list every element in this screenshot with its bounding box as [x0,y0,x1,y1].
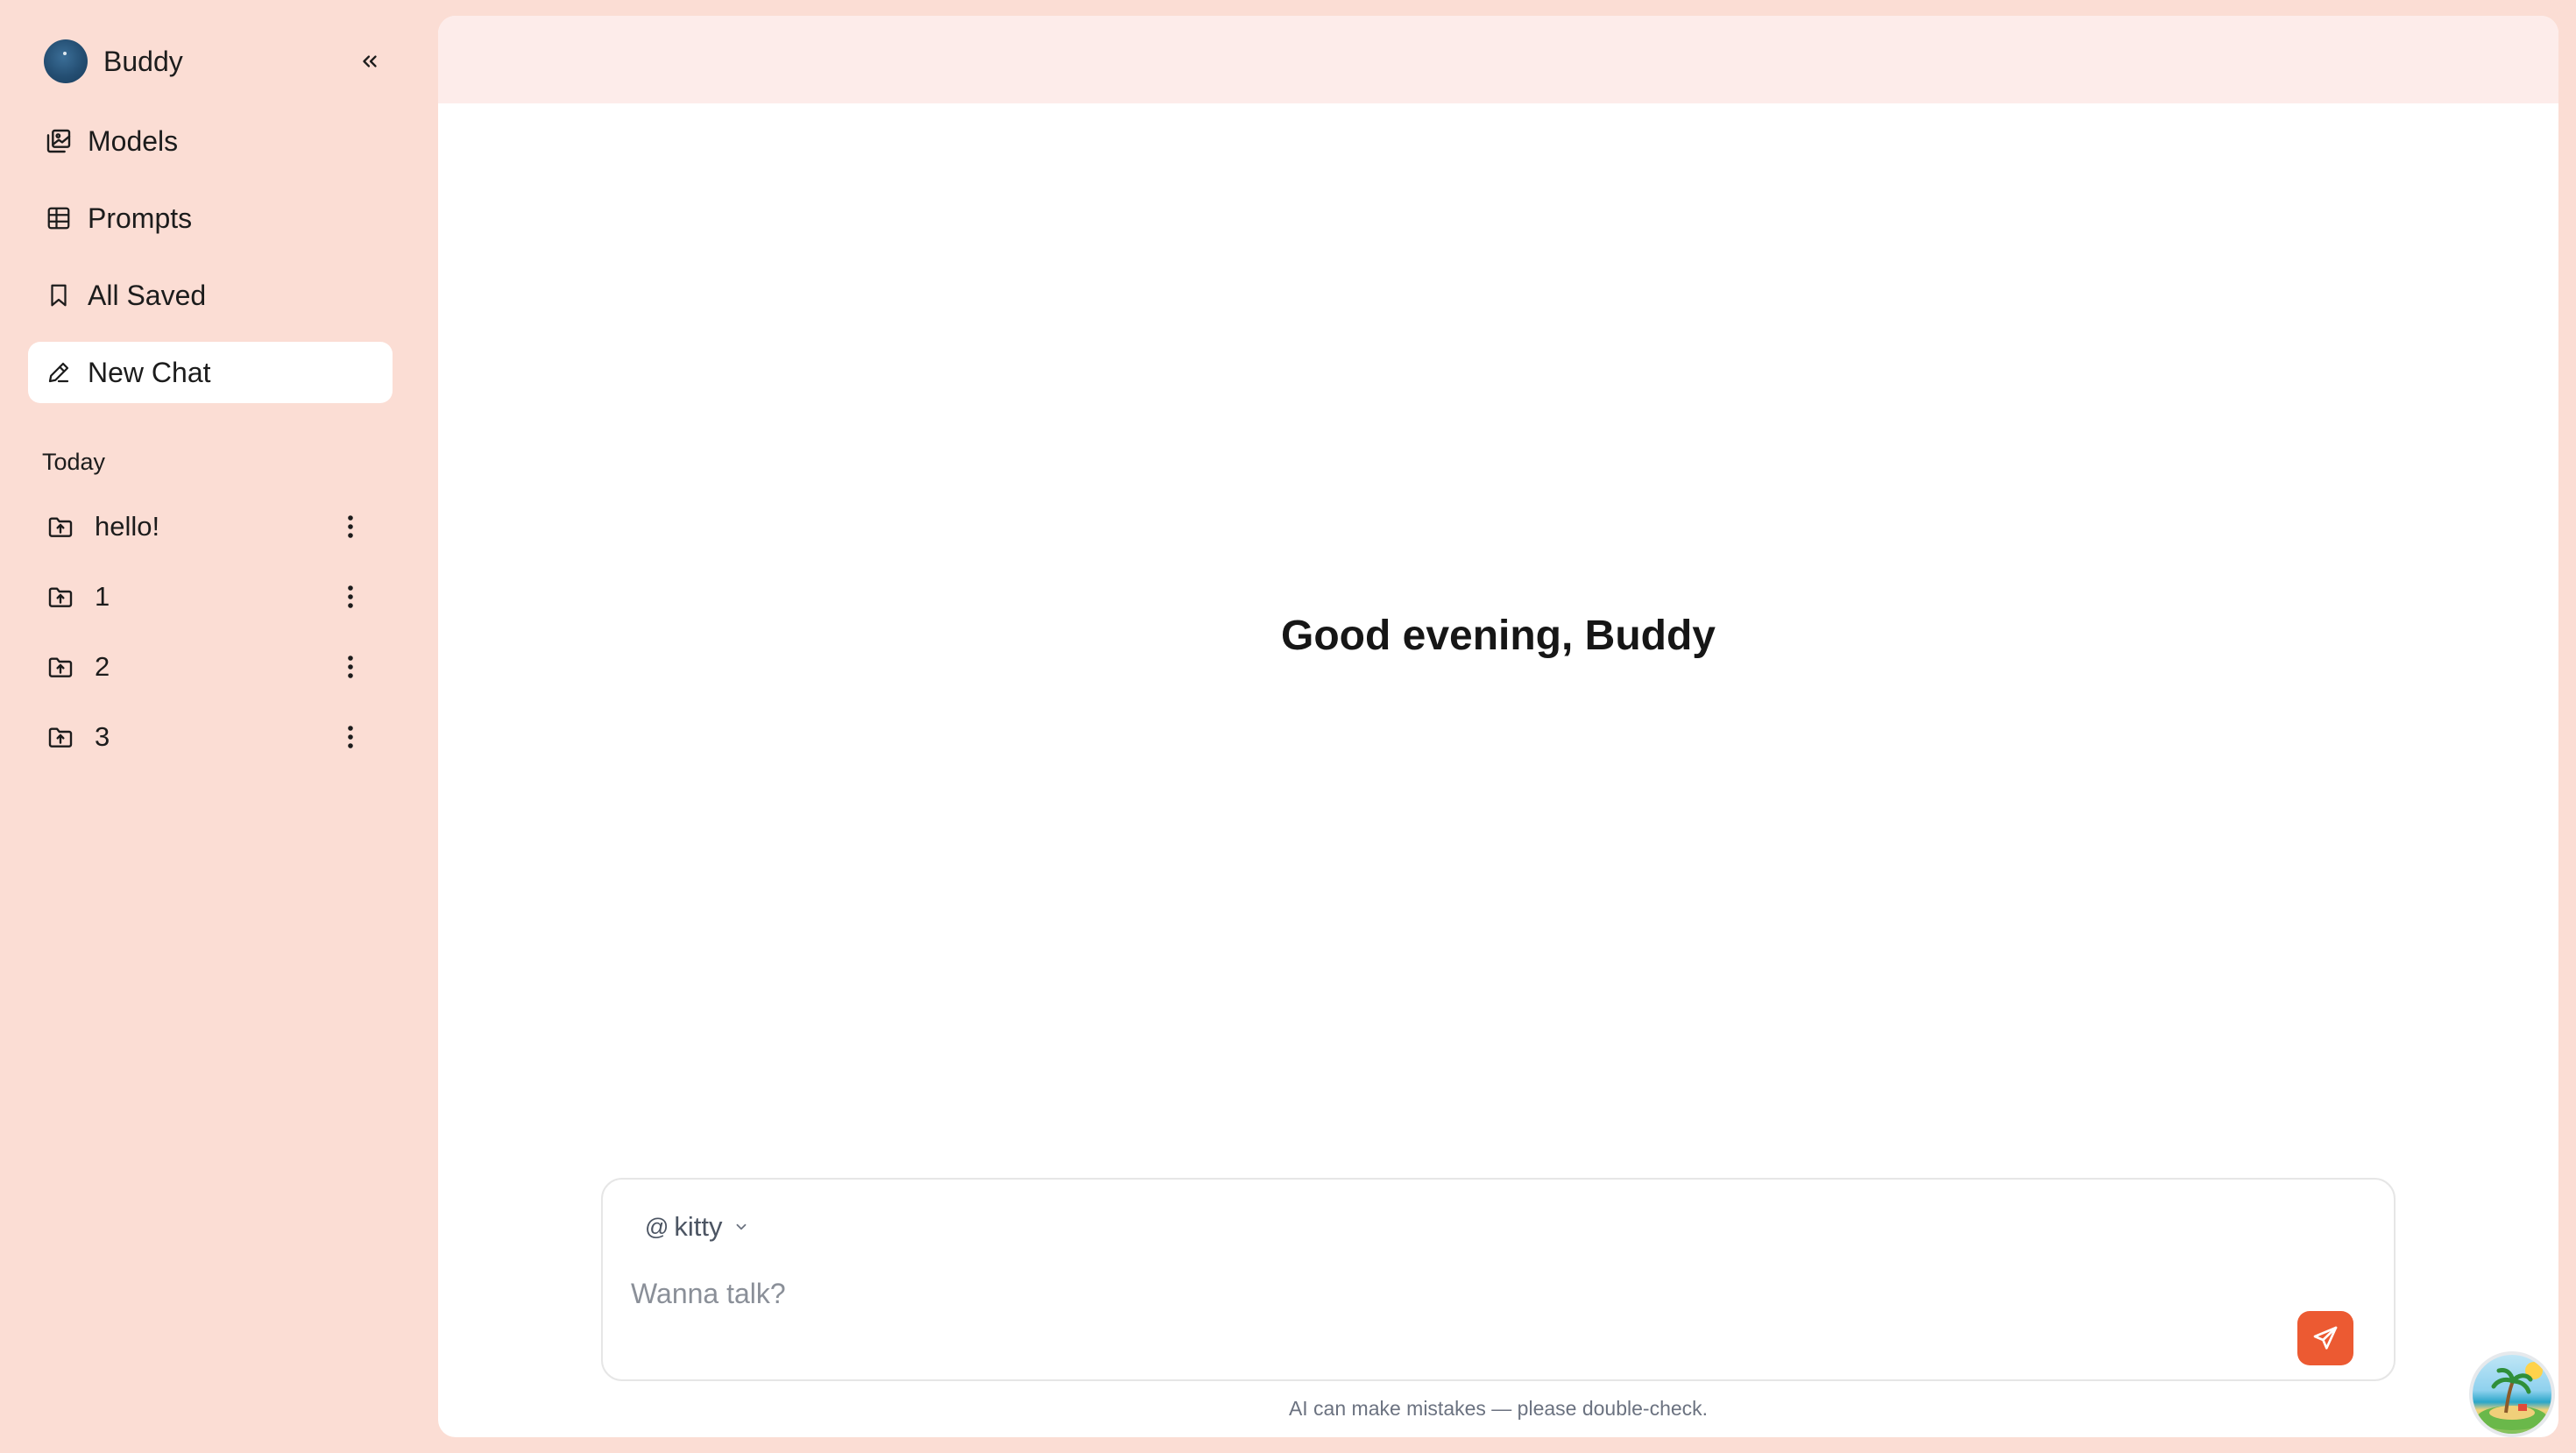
brand-avatar [44,39,88,83]
chat-history-item[interactable]: 3 [28,709,393,765]
more-options-icon[interactable] [331,507,370,546]
send-button[interactable] [2297,1311,2353,1365]
sidebar-item-prompts[interactable]: Prompts [28,188,393,249]
models-icon [44,126,74,156]
sidebar-item-new-chat[interactable]: New Chat [28,342,393,403]
chat-history-label: hello! [95,511,160,542]
send-icon [2313,1326,2338,1350]
message-input[interactable] [631,1267,2296,1320]
more-options-icon[interactable] [331,718,370,756]
main-panel: Good evening, Buddy @ kitty AI can make … [438,16,2558,1437]
chevrons-left-icon [363,55,377,67]
disclaimer-text: AI can make mistakes — please double-che… [1288,1397,1709,1420]
brand-name: Buddy [103,45,183,77]
sidebar-item-all-saved[interactable]: All Saved [28,265,393,326]
chat-history-item[interactable]: hello! [28,499,393,555]
at-sign: @ [645,1213,669,1240]
chat-history-item[interactable]: 2 [28,639,393,695]
chat-composer: @ kitty [601,1178,2396,1381]
chat-history-label: 3 [95,721,110,752]
pencil-icon [44,358,74,387]
island-icon [2477,1362,2547,1430]
model-selector[interactable]: @ kitty [645,1209,749,1244]
folder-icon [46,652,75,682]
folder-icon [46,722,75,752]
model-name: kitty [674,1211,723,1242]
floating-assistant-button[interactable] [2469,1351,2555,1437]
brand[interactable]: Buddy [44,39,183,84]
chevron-down-icon [733,1219,749,1235]
app: Buddy Models Prompts All Saved New Chat … [0,0,2576,1453]
sidebar-item-models[interactable]: Models [28,110,393,172]
greeting: Good evening, Buddy [1280,613,1716,659]
chat-history-item[interactable]: 1 [28,569,393,625]
folder-icon [46,582,75,612]
history-section-label: Today [42,449,106,475]
top-bar [438,16,2558,103]
sidebar-item-label: All Saved [88,279,207,311]
more-options-icon[interactable] [331,648,370,686]
sidebar: Buddy Models Prompts All Saved New Chat … [0,0,438,1453]
folder-icon [46,512,75,542]
more-options-icon[interactable] [331,578,370,616]
sidebar-item-label: Prompts [88,202,193,234]
bookmark-icon [44,280,74,310]
table-icon [44,203,74,233]
chat-history-label: 1 [95,581,110,612]
sidebar-item-label: New Chat [88,356,211,388]
chat-history-label: 2 [95,651,110,682]
sidebar-item-label: Models [88,124,179,157]
collapse-sidebar-button[interactable] [350,42,389,81]
